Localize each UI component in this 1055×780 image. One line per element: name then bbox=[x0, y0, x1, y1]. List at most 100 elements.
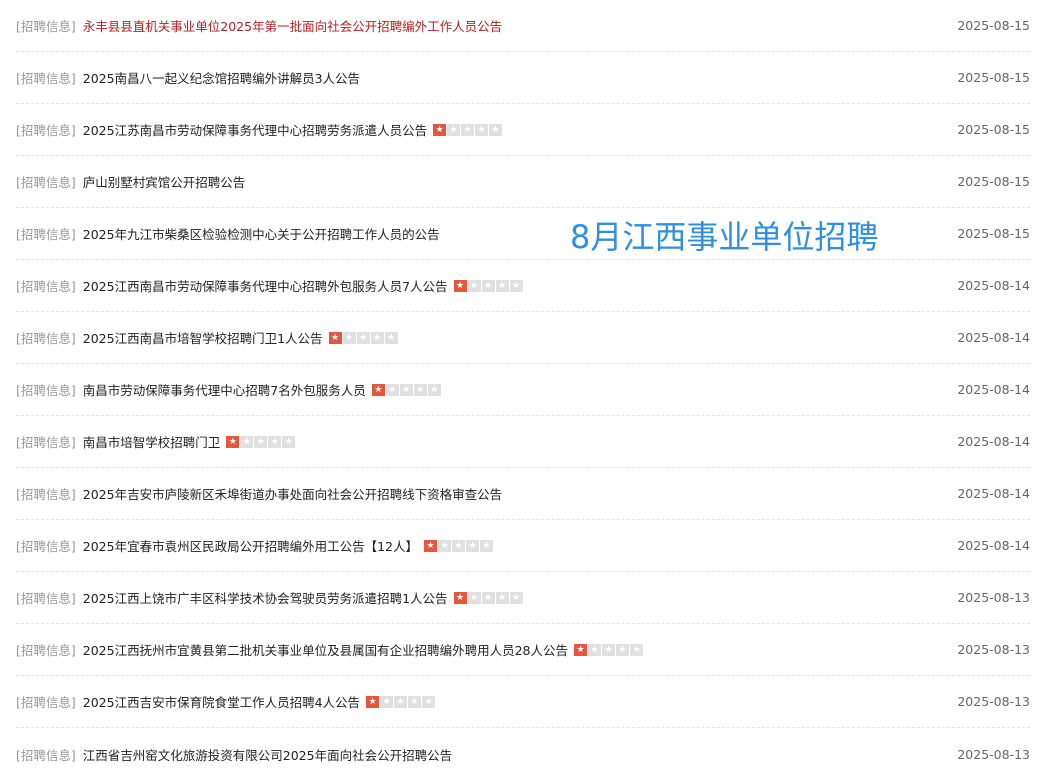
star-icon: ★ bbox=[268, 435, 282, 448]
rating-stars: ★ ★ ★ ★ ★ bbox=[433, 123, 503, 136]
category-tag[interactable]: [招聘信息] bbox=[16, 68, 76, 87]
star-icon: ★ bbox=[489, 123, 503, 136]
category-tag[interactable]: [招聘信息] bbox=[16, 380, 76, 399]
list-item: [招聘信息] 2025江西南昌市培智学校招聘门卫1人公告 ★ ★ ★ ★ ★ 2025-08-… bbox=[16, 312, 1030, 364]
article-title-link[interactable]: 2025南昌八一起义纪念馆招聘编外讲解员3人公告 bbox=[83, 68, 360, 87]
article-title-link[interactable]: 永丰县县直机关事业单位2025年第一批面向社会公开招聘编外工作人员公告 bbox=[83, 16, 502, 35]
star-icon: ★ bbox=[328, 331, 342, 344]
list-item: [招聘信息] 2025年宜春市袁州区民政局公开招聘编外用工公告【12人】 ★ ★ ★ ★ ★… bbox=[16, 520, 1030, 572]
list-item: [招聘信息] 永丰县县直机关事业单位2025年第一批面向社会公开招聘编外工作人员公… bbox=[16, 0, 1030, 52]
category-tag[interactable]: [招聘信息] bbox=[16, 172, 76, 191]
star-icon: ★ bbox=[342, 331, 356, 344]
list-item: [招聘信息] 2025江西南昌市劳动保障事务代理中心招聘外包服务人员7人公告 ★ ★ ★… bbox=[16, 260, 1030, 312]
star-icon: ★ bbox=[437, 539, 451, 552]
star-icon: ★ bbox=[356, 331, 370, 344]
category-tag[interactable]: [招聘信息] bbox=[16, 432, 76, 451]
star-icon: ★ bbox=[370, 331, 384, 344]
star-icon: ★ bbox=[453, 279, 467, 292]
star-icon: ★ bbox=[588, 643, 601, 656]
category-tag[interactable]: [招聘信息] bbox=[16, 692, 76, 711]
star-icon: ★ bbox=[465, 539, 479, 552]
star-icon: ★ bbox=[447, 123, 461, 136]
article-title-link[interactable]: 2025年吉安市庐陵新区禾埠街道办事处面向社会公开招聘线下资格审查公告 bbox=[83, 484, 502, 503]
article-title-link[interactable]: 2025江西南昌市劳动保障事务代理中心招聘外包服务人员7人公告 bbox=[83, 276, 448, 295]
star-icon: ★ bbox=[481, 279, 495, 292]
publish-date: 2025-08-13 bbox=[957, 746, 1030, 762]
article-title-link[interactable]: 2025江西抚州市宜黄县第二批机关事业单位及县属国有企业招聘编外聘用人员28人公… bbox=[83, 640, 568, 659]
list-item: [招聘信息] 2025南昌八一起义纪念馆招聘编外讲解员3人公告 2025-08-15 bbox=[16, 52, 1030, 104]
star-icon: ★ bbox=[423, 539, 437, 552]
star-icon: ★ bbox=[451, 539, 465, 552]
article-title-link[interactable]: 2025年九江市柴桑区检验检测中心关于公开招聘工作人员的公告 bbox=[83, 224, 440, 243]
category-tag[interactable]: [招聘信息] bbox=[16, 16, 76, 35]
article-title-link[interactable]: 2025江西吉安市保育院食堂工作人员招聘4人公告 bbox=[83, 692, 360, 711]
list-item: [招聘信息] 2025江苏南昌市劳动保障事务代理中心招聘劳务派遣人员公告 ★ ★ ★ ★ ★… bbox=[16, 104, 1030, 156]
star-icon: ★ bbox=[399, 383, 413, 396]
category-tag[interactable]: [招聘信息] bbox=[16, 640, 76, 659]
star-icon: ★ bbox=[371, 383, 385, 396]
publish-date: 2025-08-13 bbox=[957, 642, 1030, 657]
list-item: [招聘信息] 2025江西上饶市广丰区科学技术协会驾驶员劳务派遣招聘1人公告 ★ ★ ★… bbox=[16, 572, 1030, 624]
star-icon: ★ bbox=[467, 279, 481, 292]
rating-stars: ★ ★ ★ ★ ★ bbox=[453, 279, 523, 292]
star-icon: ★ bbox=[616, 643, 629, 656]
article-title-link[interactable]: 2025年宜春市袁州区民政局公开招聘编外用工公告【12人】 bbox=[83, 536, 418, 555]
category-tag[interactable]: [招聘信息] bbox=[16, 120, 76, 139]
star-icon: ★ bbox=[509, 279, 523, 292]
star-icon: ★ bbox=[479, 539, 493, 552]
publish-date: 2025-08-14 bbox=[957, 330, 1030, 345]
star-icon: ★ bbox=[408, 695, 422, 708]
star-icon: ★ bbox=[427, 383, 441, 396]
star-icon: ★ bbox=[433, 123, 447, 136]
article-title-link[interactable]: 2025江西上饶市广丰区科学技术协会驾驶员劳务派遣招聘1人公告 bbox=[83, 588, 448, 607]
category-tag[interactable]: [招聘信息] bbox=[16, 484, 76, 503]
rating-stars: ★ ★ ★ ★ ★ bbox=[371, 383, 441, 396]
job-list: [招聘信息] 永丰县县直机关事业单位2025年第一批面向社会公开招聘编外工作人员公… bbox=[16, 0, 1030, 780]
category-tag[interactable]: [招聘信息] bbox=[16, 328, 76, 347]
rating-stars: ★ ★ ★ ★ ★ bbox=[366, 695, 436, 708]
publish-date: 2025-08-14 bbox=[957, 278, 1030, 293]
article-title-link[interactable]: 南昌市劳动保障事务代理中心招聘7名外包服务人员 bbox=[83, 380, 366, 399]
list-item: [招聘信息] 庐山别墅村宾馆公开招聘公告 2025-08-15 bbox=[16, 156, 1030, 208]
star-icon: ★ bbox=[602, 643, 615, 656]
publish-date: 2025-08-15 bbox=[957, 174, 1030, 189]
star-icon: ★ bbox=[495, 279, 509, 292]
star-icon: ★ bbox=[481, 591, 495, 604]
star-icon: ★ bbox=[226, 435, 240, 448]
list-item: [招聘信息] 南昌市劳动保障事务代理中心招聘7名外包服务人员 ★ ★ ★ ★ ★ 2025-0… bbox=[16, 364, 1030, 416]
overlay-caption: 8月江西事业单位招聘 bbox=[570, 218, 879, 256]
star-icon: ★ bbox=[380, 695, 394, 708]
list-item: [招聘信息] 2025江西吉安市保育院食堂工作人员招聘4人公告 ★ ★ ★ ★ ★ 2025-… bbox=[16, 676, 1030, 728]
rating-stars: ★ ★ ★ ★ ★ bbox=[423, 539, 493, 552]
star-icon: ★ bbox=[366, 695, 380, 708]
publish-date: 2025-08-15 bbox=[957, 18, 1030, 33]
star-icon: ★ bbox=[495, 591, 509, 604]
article-title-link[interactable]: 南昌市培智学校招聘门卫 bbox=[83, 432, 221, 451]
publish-date: 2025-08-14 bbox=[957, 434, 1030, 449]
category-tag[interactable]: [招聘信息] bbox=[16, 536, 76, 555]
star-icon: ★ bbox=[475, 123, 489, 136]
publish-date: 2025-08-15 bbox=[957, 226, 1030, 241]
publish-date: 2025-08-14 bbox=[957, 486, 1030, 501]
list-item: [招聘信息] 南昌市培智学校招聘门卫 ★ ★ ★ ★ ★ 2025-08-14 bbox=[16, 416, 1030, 468]
rating-stars: ★ ★ ★ ★ ★ bbox=[574, 643, 643, 656]
category-tag[interactable]: [招聘信息] bbox=[16, 224, 76, 243]
star-icon: ★ bbox=[240, 435, 254, 448]
star-icon: ★ bbox=[574, 643, 587, 656]
publish-date: 2025-08-13 bbox=[957, 694, 1030, 709]
star-icon: ★ bbox=[422, 695, 436, 708]
star-icon: ★ bbox=[461, 123, 475, 136]
article-title-link[interactable]: 江西省吉州窑文化旅游投资有限公司2025年面向社会公开招聘公告 bbox=[83, 745, 452, 764]
star-icon: ★ bbox=[630, 643, 643, 656]
category-tag[interactable]: [招聘信息] bbox=[16, 588, 76, 607]
star-icon: ★ bbox=[394, 695, 408, 708]
list-item: [招聘信息] 江西省吉州窑文化旅游投资有限公司2025年面向社会公开招聘公告 202… bbox=[16, 728, 1030, 780]
publish-date: 2025-08-14 bbox=[957, 382, 1030, 397]
star-icon: ★ bbox=[467, 591, 481, 604]
article-title-link[interactable]: 庐山别墅村宾馆公开招聘公告 bbox=[83, 172, 246, 191]
category-tag[interactable]: [招聘信息] bbox=[16, 276, 76, 295]
category-tag[interactable]: [招聘信息] bbox=[16, 745, 76, 764]
rating-stars: ★ ★ ★ ★ ★ bbox=[453, 591, 523, 604]
article-title-link[interactable]: 2025江西南昌市培智学校招聘门卫1人公告 bbox=[83, 328, 323, 347]
article-title-link[interactable]: 2025江苏南昌市劳动保障事务代理中心招聘劳务派遣人员公告 bbox=[83, 120, 427, 139]
